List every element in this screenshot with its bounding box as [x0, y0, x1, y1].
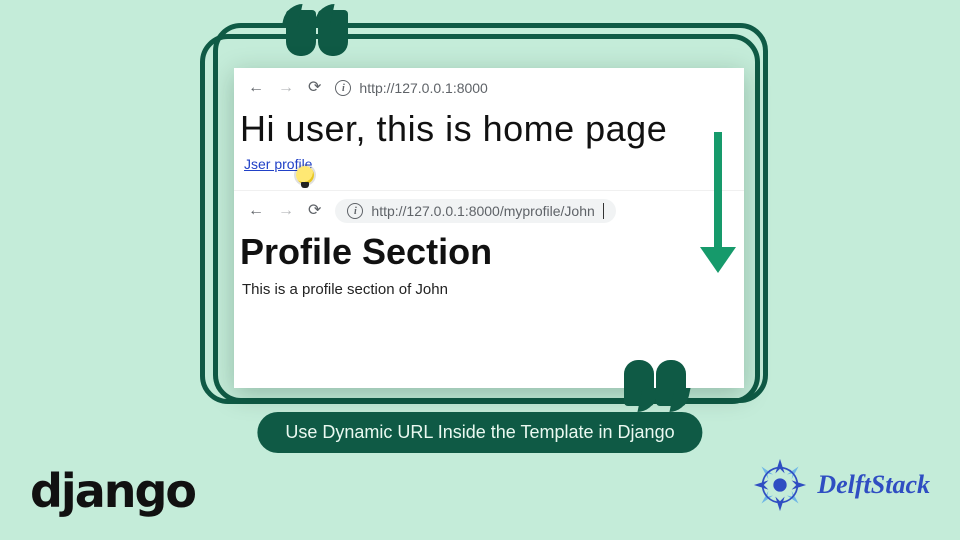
reload-icon[interactable]: ⟳: [308, 80, 321, 96]
quote-close-icon: [624, 360, 686, 406]
delftstack-logo: DelftStack: [751, 456, 930, 514]
site-info-icon-2[interactable]: i: [347, 203, 363, 219]
page-content-2: Profile Section This is a profile sectio…: [234, 231, 744, 308]
reload-icon-2[interactable]: ⟳: [308, 203, 321, 219]
caption-pill: Use Dynamic URL Inside the Template in D…: [257, 412, 702, 453]
url-text-2: http://127.0.0.1:8000/myprofile/John: [371, 203, 594, 219]
lightbulb-cursor-icon: [296, 166, 314, 184]
delftstack-text: DelftStack: [817, 470, 930, 500]
profile-body: This is a profile section of John: [240, 281, 738, 298]
text-cursor-icon: [603, 203, 604, 219]
back-icon-2[interactable]: ←: [248, 203, 264, 219]
browser-toolbar-1: ← → ⟳ i http://127.0.0.1:8000: [234, 68, 744, 108]
address-bar-1[interactable]: i http://127.0.0.1:8000: [335, 80, 487, 96]
forward-icon[interactable]: →: [278, 80, 294, 96]
quote-open-icon: [286, 10, 348, 56]
delftstack-mandala-icon: [751, 456, 809, 514]
address-bar-2[interactable]: i http://127.0.0.1:8000/myprofile/John: [335, 199, 615, 223]
django-logo: django: [30, 464, 195, 518]
forward-icon-2[interactable]: →: [278, 203, 294, 219]
site-info-icon[interactable]: i: [335, 80, 351, 96]
browser-toolbar-2: ← → ⟳ i http://127.0.0.1:8000/myprofile/…: [234, 191, 744, 231]
back-icon[interactable]: ←: [248, 80, 264, 96]
home-heading: Hi user, this is home page: [240, 108, 738, 150]
down-arrow-icon: [700, 132, 736, 273]
url-text-1: http://127.0.0.1:8000: [359, 80, 487, 96]
screenshot-card: ← → ⟳ i http://127.0.0.1:8000 Hi user, t…: [234, 68, 744, 388]
profile-heading: Profile Section: [240, 231, 738, 273]
